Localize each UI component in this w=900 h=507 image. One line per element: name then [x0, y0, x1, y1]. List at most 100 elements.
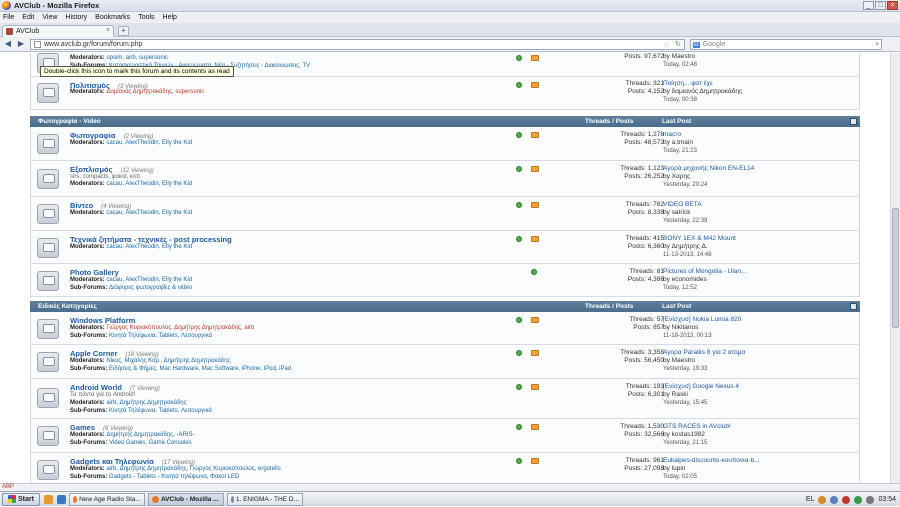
moderators-line: Moderators: cacau, AlexTheodin, Elly the…	[70, 140, 193, 146]
adblock-icon[interactable]: ABP	[2, 484, 14, 490]
minimize-button[interactable]: _	[863, 1, 874, 10]
volume-icon[interactable]	[866, 495, 875, 504]
rss-icon[interactable]	[531, 350, 539, 356]
url-text[interactable]: www.avclub.gr/forum/forum.php	[44, 41, 142, 48]
forum-status-icon[interactable]	[37, 426, 59, 446]
forum-row: Apple Corner (18 Viewing) Moderators: Νίκ…	[30, 345, 860, 379]
rss-icon[interactable]	[531, 55, 539, 61]
maximize-button[interactable]: □	[875, 1, 886, 10]
last-post[interactable]: [Ενίσχυσ] Nokia Lumia 820 by Nikitanos 11-…	[663, 316, 741, 340]
forum-title[interactable]: Βίντεο (4 Viewing)	[70, 201, 131, 210]
scrollbar-thumb[interactable]	[892, 208, 899, 328]
forum-status-icon[interactable]	[37, 83, 59, 103]
rss-icon[interactable]	[531, 236, 539, 242]
forum-row: Gadgets και Τηλεφωνία (17 Viewing) Modera…	[30, 453, 860, 487]
forum-status-icon[interactable]	[37, 319, 59, 339]
last-post-header: Last Post	[662, 118, 692, 125]
last-post[interactable]: Eukaipes-discounts-κουπονια-b... by lupin…	[663, 457, 760, 481]
category-header: Ειδικές Κατηγορίες Threads / Posts Last …	[30, 301, 860, 312]
status-bar: ABP	[0, 483, 900, 491]
tray-icon[interactable]	[842, 495, 851, 504]
last-post[interactable]: Αγορά μηχανής Nikon EN-EL14 by Χαρης Yeste…	[663, 165, 754, 189]
collapse-icon[interactable]	[850, 118, 857, 125]
language-indicator[interactable]: EL	[806, 496, 815, 503]
url-bar[interactable]: www.avclub.gr/forum/forum.php ☆ ↻	[30, 39, 685, 50]
subforums-line: Sub-Forums: Κινητά Τηλέφωνα, Tablets, Λε…	[70, 408, 213, 414]
forum-row: Πολιτισμός (3 Viewing) Moderators: Δαμιαν…	[30, 77, 860, 110]
forum-title[interactable]: Εξοπλισμός (12 Viewing)	[70, 165, 154, 174]
forum-title[interactable]: Games (6 Viewing)	[70, 423, 133, 432]
rss-icon[interactable]	[531, 166, 539, 172]
forum-status-icon[interactable]	[37, 352, 59, 372]
rss-icon[interactable]	[531, 317, 539, 323]
start-button[interactable]: Start	[2, 492, 40, 506]
new-tab-button[interactable]: +	[118, 26, 129, 36]
moderators-line: Moderators: cacau, AlexTheodin, Elly the…	[70, 244, 193, 250]
forum-row: Games (6 Viewing) Moderators: Δημήτρης Δη…	[30, 419, 860, 453]
rss-icon[interactable]	[531, 202, 539, 208]
category-title[interactable]: Ειδικές Κατηγορίες	[38, 301, 97, 312]
search-engine-icon[interactable]: G	[693, 41, 700, 48]
menu-file[interactable]: File	[3, 14, 14, 21]
clock[interactable]: 03:54	[878, 496, 896, 503]
forum-status-icon[interactable]	[37, 169, 59, 189]
taskbar-item-avclub[interactable]: AVClub - Mozilla ...	[147, 492, 224, 506]
forum-status-icon[interactable]	[37, 238, 59, 258]
forum-title[interactable]: Windows Platform	[70, 316, 135, 325]
rss-icon[interactable]	[531, 384, 539, 390]
collapse-icon[interactable]	[850, 303, 857, 310]
forum-title[interactable]: Φωτογραφία (2 Viewing)	[70, 131, 153, 140]
forum-status-icon[interactable]	[37, 134, 59, 154]
forum-status-icon[interactable]	[37, 271, 59, 291]
forum-status-icon[interactable]	[37, 388, 59, 408]
last-post[interactable]: GTS RACES in AVclub! by kostas1982 Yesterd…	[663, 423, 731, 447]
menu-tools[interactable]: Tools	[138, 14, 154, 21]
quicklaunch-firefox-icon[interactable]	[43, 494, 53, 504]
tab-close-icon[interactable]: ×	[106, 27, 110, 34]
rss-icon[interactable]	[531, 132, 539, 138]
tab-avclub[interactable]: AVClub ×	[2, 25, 114, 37]
rss-icon[interactable]	[531, 458, 539, 464]
window-title: AVClub - Mozilla Firefox	[14, 1, 100, 10]
menu-help[interactable]: Help	[163, 14, 177, 21]
last-post[interactable]: Ποίηση....φατ έχε by δαμιανός Δημητρακάδη…	[663, 80, 742, 104]
menu-history[interactable]: History	[65, 14, 87, 21]
menu-bookmarks[interactable]: Bookmarks	[95, 14, 130, 21]
forum-title[interactable]: Photo Gallery	[70, 268, 119, 277]
tray-icon[interactable]	[830, 495, 839, 504]
back-button[interactable]: ◀	[3, 39, 13, 49]
moderators-line: Moderators: Δαμιανός Δημητρακάδης, super…	[70, 89, 205, 95]
last-post[interactable]: [Ενίσχυσ] Google Nexus 4 by Raski Yesterda…	[663, 383, 739, 407]
taskbar-item-radio[interactable]: New Age Radio Sta...	[68, 492, 145, 506]
search-box[interactable]: G Google ⌕	[690, 39, 882, 50]
search-placeholder[interactable]: Google	[703, 41, 726, 48]
last-post[interactable]: SONY 1EX & M42 Mount by Δημήτρης Δ. 11-13-…	[663, 235, 736, 259]
forum-title[interactable]: Android World (7 Viewing)	[70, 383, 160, 392]
bookmark-star-icon[interactable]: ☆	[663, 40, 670, 50]
menu-edit[interactable]: Edit	[22, 14, 34, 21]
last-post[interactable]: macro by a.tmain Today, 21:23	[663, 131, 697, 155]
forum-title[interactable]: Apple Corner (18 Viewing)	[70, 349, 159, 358]
close-button[interactable]: ×	[887, 1, 898, 10]
forward-button[interactable]: ▶	[16, 39, 26, 49]
moderators-line: Moderators: opsim, airb, supersonic	[70, 55, 169, 61]
category-title[interactable]: Φωτογραφία - Video	[38, 116, 101, 127]
last-post[interactable]: VIDEO BETA by satrick Yesterday, 22:39	[663, 201, 707, 225]
menu-view[interactable]: View	[42, 14, 57, 21]
last-post[interactable]: Αγορα Paraiks 8 για 2 ατομα by Maestro Yes…	[663, 349, 745, 373]
search-magnifier-icon[interactable]: ⌕	[875, 40, 879, 50]
forum-status-icon[interactable]	[37, 460, 59, 480]
rss-icon[interactable]	[531, 82, 539, 88]
moderators-line: Moderators: Νίκος, Μιχάλης Καρ., Δημήτρη…	[70, 358, 231, 364]
forum-status-icon[interactable]	[37, 204, 59, 224]
tray-icon[interactable]	[818, 495, 827, 504]
last-post[interactable]: Pictures of Mongolia - Ulan... by economi…	[663, 268, 746, 292]
taskbar-item-enigma[interactable]: 1. ENIGMA - THE D...	[226, 492, 303, 506]
quicklaunch-explorer-icon[interactable]	[56, 494, 66, 504]
vertical-scrollbar[interactable]	[890, 53, 900, 491]
reload-icon[interactable]: ↻	[675, 40, 681, 50]
forum-title[interactable]: Gadgets και Τηλεφωνία (17 Viewing)	[70, 457, 195, 466]
forum-title[interactable]: Τεχνικά ζητήματα - τεχνικές - post proce…	[70, 235, 232, 244]
tray-icon[interactable]	[854, 495, 863, 504]
rss-icon[interactable]	[531, 424, 539, 430]
